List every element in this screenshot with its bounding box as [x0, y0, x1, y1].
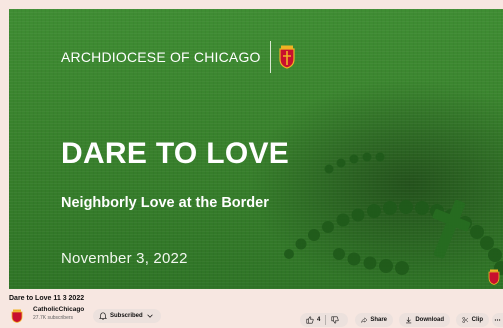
- slide-headline: DARE TO LOVE: [61, 137, 290, 170]
- rosary-image: [284, 152, 503, 275]
- thumbs-up-icon[interactable]: [306, 316, 314, 324]
- download-label: Download: [415, 317, 444, 323]
- share-icon: [361, 317, 368, 323]
- subscribed-label: Subscribed: [110, 313, 143, 319]
- slide-brand: ARCHDIOCESE OF CHICAGO: [61, 41, 296, 73]
- share-label: Share: [370, 317, 387, 323]
- subscribed-button[interactable]: Subscribed: [93, 309, 161, 323]
- clip-label: Clip: [471, 317, 483, 323]
- brand-divider: [269, 41, 271, 73]
- like-count[interactable]: 4: [317, 317, 320, 323]
- channel-name[interactable]: CatholicChicago: [33, 306, 84, 313]
- crest-icon: [279, 45, 295, 69]
- channel-avatar[interactable]: [11, 309, 23, 323]
- share-button[interactable]: Share: [355, 313, 393, 327]
- like-divider: [325, 315, 327, 325]
- download-icon: [406, 317, 412, 324]
- corner-crest-icon: [488, 269, 500, 285]
- brand-text: ARCHDIOCESE OF CHICAGO: [61, 49, 261, 65]
- subscriber-count: 27.7K subscribers: [33, 315, 74, 321]
- clip-button[interactable]: Clip: [456, 313, 489, 327]
- slide-subheadline: Neighborly Love at the Border: [61, 195, 269, 211]
- scissors-icon: [462, 317, 469, 323]
- bell-icon: [99, 312, 107, 320]
- like-dislike-group: 4: [300, 313, 348, 327]
- video-title: Dare to Love 11 3 2022: [9, 295, 85, 302]
- more-actions-button[interactable]: [492, 313, 503, 327]
- thumbs-down-icon[interactable]: [331, 316, 339, 324]
- more-icon: [494, 319, 501, 321]
- download-button[interactable]: Download: [399, 313, 450, 327]
- video-player[interactable]: ARCHDIOCESE OF CHICAGO DARE TO LOVE Neig…: [9, 9, 503, 289]
- slide-date: November 3, 2022: [61, 250, 188, 267]
- chevron-down-icon: [147, 314, 153, 318]
